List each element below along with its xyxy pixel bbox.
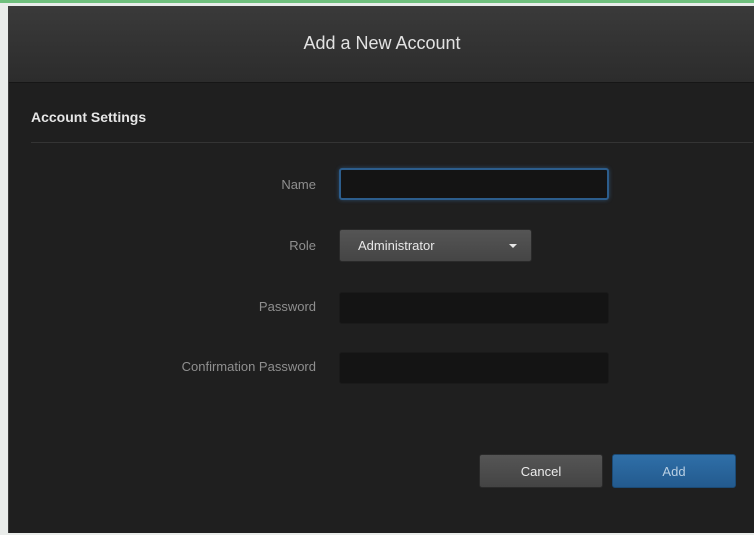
- add-account-dialog: Add a New Account Account Settings Name …: [8, 6, 754, 533]
- section-title: Account Settings: [31, 109, 147, 125]
- role-select-value: Administrator: [358, 238, 435, 253]
- name-input[interactable]: [339, 168, 609, 200]
- role-label: Role: [289, 238, 316, 253]
- section-divider: [31, 142, 753, 143]
- confirm-password-input[interactable]: [339, 352, 609, 384]
- confirm-password-label: Confirmation Password: [181, 359, 316, 374]
- cancel-button[interactable]: Cancel: [479, 454, 603, 488]
- password-input[interactable]: [339, 292, 609, 324]
- add-button[interactable]: Add: [612, 454, 736, 488]
- name-label: Name: [281, 177, 316, 192]
- role-select[interactable]: Administrator: [339, 229, 532, 262]
- caret-down-icon: [509, 244, 517, 248]
- dialog-title: Add a New Account: [303, 32, 461, 53]
- dialog-header: Add a New Account: [9, 6, 754, 83]
- password-label: Password: [258, 299, 316, 314]
- top-accent-strip: [0, 0, 754, 3]
